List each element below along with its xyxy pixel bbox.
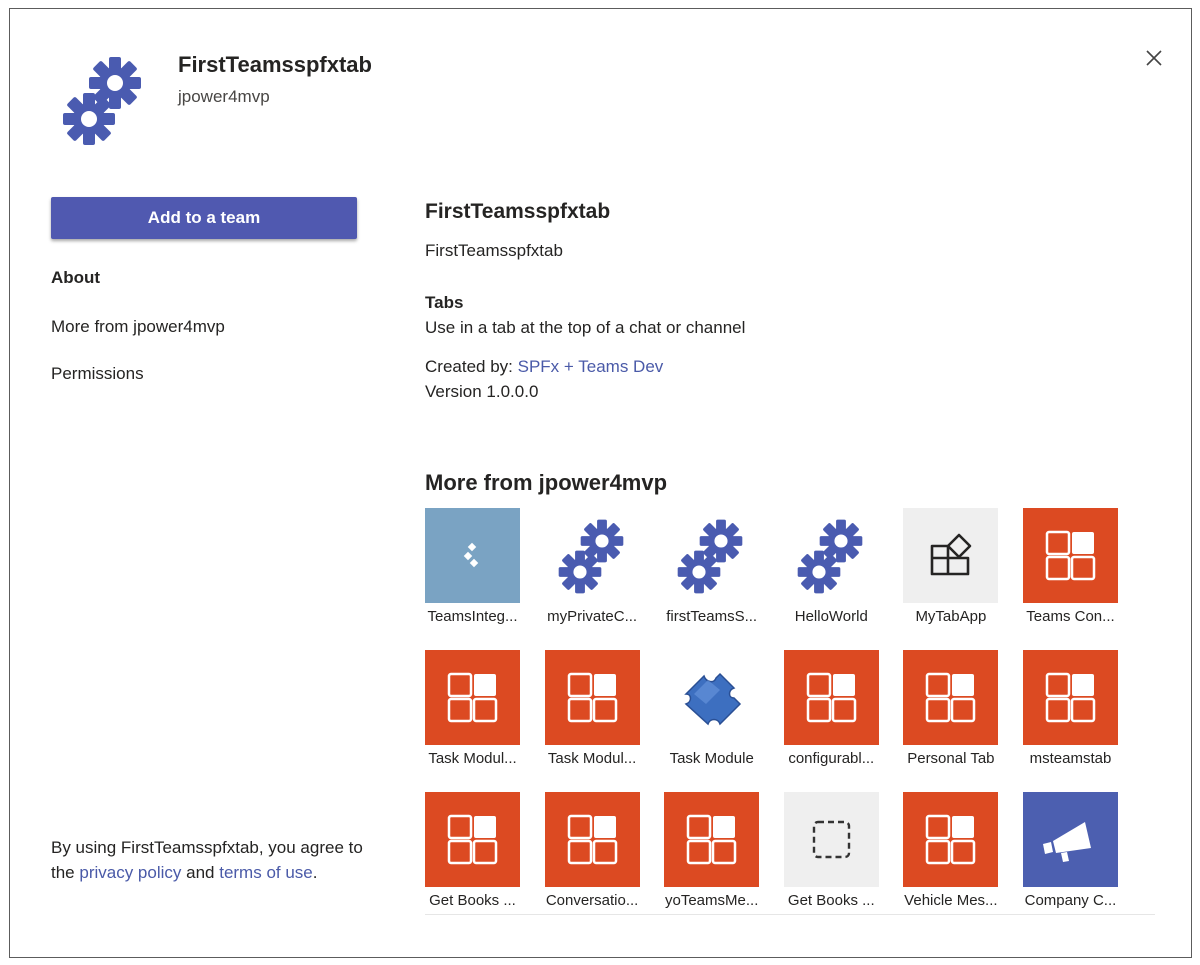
app-tile-label: Vehicle Mes...	[904, 892, 998, 909]
app-tile-label: Task Modul...	[547, 750, 637, 767]
app-tile-label: MyTabApp	[915, 608, 987, 625]
app-tile[interactable]: Personal Tab	[903, 650, 999, 767]
app-publisher: jpower4mvp	[178, 87, 270, 106]
dashed-square-icon	[783, 792, 879, 887]
orange-tiles-icon	[425, 792, 520, 887]
app-tile[interactable]: msteamstab	[1022, 650, 1118, 767]
orange-tiles-icon	[544, 650, 640, 745]
orange-tiles-icon	[903, 792, 999, 887]
nav-item-about[interactable]: About	[51, 268, 100, 288]
created-by-label: Created by:	[425, 357, 513, 376]
app-tile[interactable]: Task Module	[664, 650, 760, 767]
close-icon	[1146, 50, 1162, 66]
app-tile[interactable]: Get Books ...	[425, 792, 520, 909]
gears-icon	[544, 508, 640, 603]
app-tile-label: Conversatio...	[545, 892, 639, 909]
app-tile-label: firstTeamsS...	[666, 608, 758, 625]
app-tile-label: TeamsInteg...	[427, 608, 518, 625]
app-tile-label: yoTeamsMe...	[665, 892, 759, 909]
app-tile[interactable]: Company C...	[1022, 792, 1118, 909]
more-from-title: More from jpower4mvp	[425, 470, 668, 495]
terms-and: and	[181, 863, 220, 882]
more-apps-grid: TeamsInteg... myPrivateC... firstTeamsS.…	[425, 508, 1155, 909]
app-tile-label: Personal Tab	[907, 750, 995, 767]
app-tile[interactable]: Get Books ...	[783, 792, 879, 909]
app-tile[interactable]: Task Modul...	[425, 650, 520, 767]
gears-icon	[664, 508, 760, 603]
app-tile-label: Task Module	[669, 750, 754, 767]
app-tile-label: configurabl...	[788, 750, 875, 767]
app-tile-label: myPrivateC...	[547, 608, 638, 625]
privacy-policy-link[interactable]: privacy policy	[79, 863, 181, 882]
app-tile[interactable]: TeamsInteg...	[425, 508, 520, 625]
app-tile-label: Teams Con...	[1026, 608, 1115, 625]
app-tile-label: Get Books ...	[787, 892, 875, 909]
puzzle-icon	[664, 650, 760, 745]
divider	[425, 914, 1155, 915]
close-button[interactable]	[1140, 44, 1168, 72]
terms-of-use-link[interactable]: terms of use	[219, 863, 313, 882]
app-tile-label: msteamstab	[1029, 750, 1112, 767]
app-tile[interactable]: Conversatio...	[544, 792, 640, 909]
capability-description: Use in a tab at the top of a chat or cha…	[425, 318, 746, 337]
app-tile[interactable]: firstTeamsS...	[664, 508, 760, 625]
app-tile-label: Company C...	[1024, 892, 1117, 909]
app-tile-label: HelloWorld	[794, 608, 868, 625]
nav-item-permissions[interactable]: Permissions	[51, 364, 144, 384]
capability-title: Tabs	[425, 293, 464, 312]
gears-icon	[783, 508, 879, 603]
add-to-team-button[interactable]: Add to a team	[51, 197, 357, 239]
teams-diamond-icon	[425, 508, 520, 603]
orange-tiles-icon	[903, 650, 999, 745]
app-tile[interactable]: configurabl...	[783, 650, 879, 767]
app-tile[interactable]: yoTeamsMe...	[664, 792, 760, 909]
app-tile[interactable]: Teams Con...	[1022, 508, 1118, 625]
detail-description: FirstTeamsspfxtab	[425, 241, 563, 260]
terms-notice: By using FirstTeamsspfxtab, you agree to…	[51, 835, 371, 885]
orange-tiles-icon	[425, 650, 520, 745]
orange-tiles-icon	[1022, 508, 1118, 603]
created-by-link[interactable]: SPFx + Teams Dev	[518, 357, 664, 376]
app-grid-icon	[903, 508, 999, 603]
version-text: Version 1.0.0.0	[425, 382, 539, 401]
orange-tiles-icon	[544, 792, 640, 887]
megaphone-icon	[1022, 792, 1118, 887]
terms-suffix: .	[312, 863, 318, 882]
orange-tiles-icon	[783, 650, 879, 745]
app-tile[interactable]: MyTabApp	[903, 508, 999, 625]
orange-tiles-icon	[1022, 650, 1118, 745]
app-tile-label: Task Modul...	[428, 750, 517, 767]
app-tile[interactable]: HelloWorld	[783, 508, 879, 625]
app-tile[interactable]: myPrivateC...	[544, 508, 640, 625]
app-tile[interactable]: Vehicle Mes...	[903, 792, 999, 909]
app-tile-label: Get Books ...	[429, 892, 516, 909]
orange-tiles-icon	[664, 792, 760, 887]
created-by: Created by: SPFx + Teams Dev	[425, 357, 663, 377]
app-tile[interactable]: Task Modul...	[544, 650, 640, 767]
gears-icon	[52, 48, 152, 148]
detail-title: FirstTeamsspfxtab	[425, 200, 611, 223]
nav-item-more-from-publisher[interactable]: More from jpower4mvp	[51, 317, 225, 337]
app-name: FirstTeamsspfxtab	[178, 52, 372, 77]
